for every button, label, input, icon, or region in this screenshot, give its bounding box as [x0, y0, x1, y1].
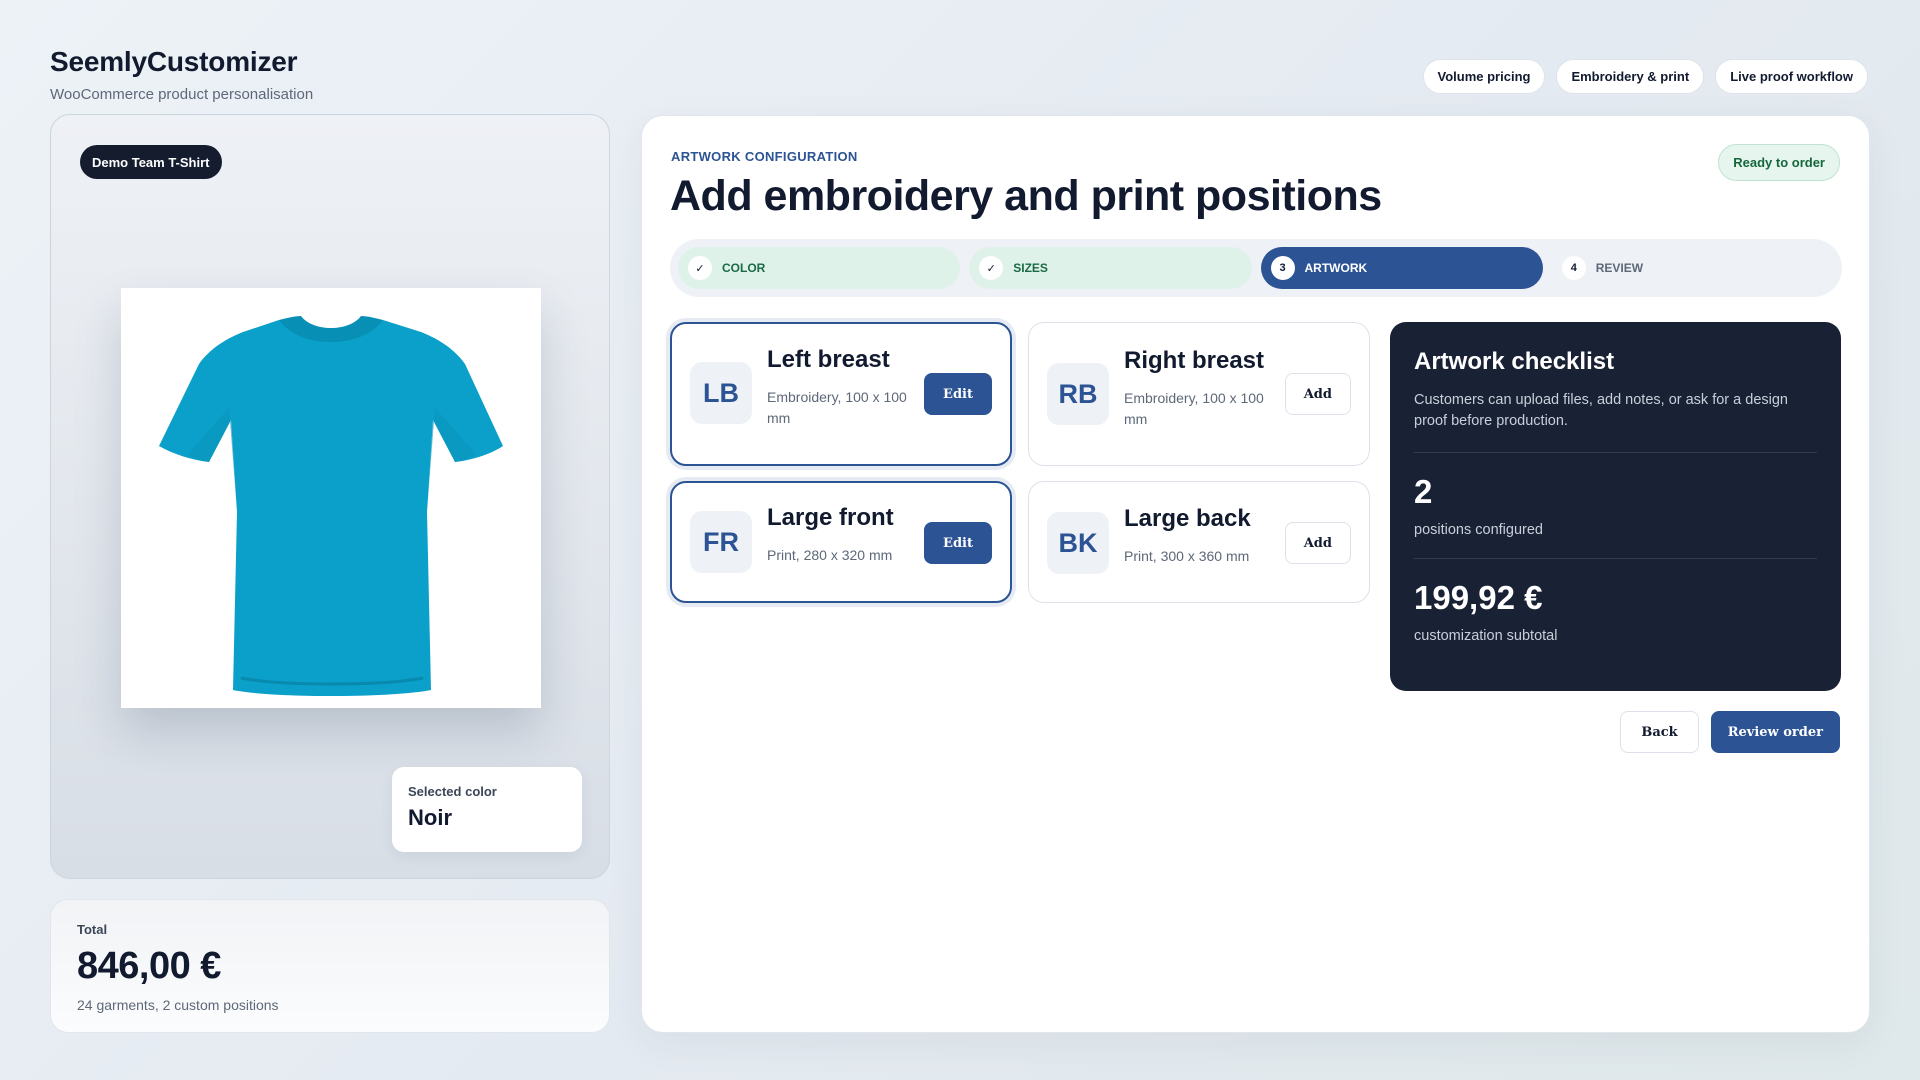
position-name: Large front [767, 504, 894, 531]
check-icon: ✓ [688, 256, 712, 280]
checklist-title: Artwork checklist [1414, 348, 1615, 375]
add-button[interactable]: Add [1284, 522, 1351, 564]
checklist-description: Customers can upload files, add notes, o… [1414, 392, 1788, 429]
total-card: Total 846,00 € 24 garments, 2 custom pos… [50, 899, 610, 1033]
position-abbr: LB [690, 362, 752, 424]
positions-count-label: positions configured [1414, 522, 1543, 538]
position-card-large-back[interactable]: BK Large back Print, 300 x 360 mm Add [1028, 481, 1370, 603]
step-label: ARTWORK [1304, 261, 1368, 275]
brand: SeemlyCustomizer WooCommerce product per… [50, 46, 313, 103]
step-number: 4 [1561, 256, 1586, 280]
position-desc: Embroidery, 100 x 100 mm [767, 389, 907, 426]
tshirt-image [159, 316, 503, 696]
product-name-badge: Demo Team T-Shirt [80, 145, 222, 179]
step-review[interactable]: 4 REVIEW [1552, 247, 1834, 289]
total-label: Total [77, 922, 108, 937]
position-desc: Embroidery, 100 x 100 mm [1124, 390, 1264, 427]
customization-subtotal: 199,92 € [1414, 579, 1543, 616]
review-order-button[interactable]: Review order [1710, 711, 1840, 753]
position-abbr: BK [1047, 512, 1109, 574]
feature-pills: Volume pricing Embroidery & print Live p… [1422, 59, 1868, 94]
position-desc: Print, 280 x 320 mm [767, 547, 893, 563]
back-button[interactable]: Back [1620, 711, 1699, 753]
divider [1414, 558, 1817, 559]
edit-button[interactable]: Edit [924, 522, 992, 564]
pill-live-proof[interactable]: Live proof workflow [1715, 59, 1868, 94]
position-name: Right breast [1124, 347, 1265, 374]
selected-color-label: Selected color [408, 784, 497, 799]
step-label: COLOR [722, 261, 766, 275]
pill-volume-pricing[interactable]: Volume pricing [1422, 59, 1546, 94]
step-label: REVIEW [1595, 261, 1644, 275]
selected-color-value: Noir [408, 805, 452, 830]
total-value: 846,00 € [77, 945, 221, 987]
step-label: SIZES [1013, 261, 1048, 275]
action-row: Back Review order [1620, 711, 1840, 753]
product-preview-panel: Demo Team T-Shirt Selected color Noir [50, 114, 610, 879]
artwork-checklist: Artwork checklist Customers can upload f… [1390, 322, 1841, 691]
customization-subtotal-label: customization subtotal [1414, 628, 1558, 644]
position-name: Large back [1124, 505, 1251, 532]
pill-embroidery-print[interactable]: Embroidery & print [1556, 59, 1705, 94]
position-abbr: FR [690, 511, 752, 573]
position-desc: Print, 300 x 360 mm [1124, 548, 1250, 564]
check-icon: ✓ [979, 256, 1004, 280]
artwork-config-panel: ARTWORK CONFIGURATION Add embroidery and… [641, 115, 1870, 1033]
position-card-large-front[interactable]: FR Large front Print, 280 x 320 mm Edit [670, 481, 1012, 603]
position-abbr: RB [1047, 363, 1109, 425]
step-number: 3 [1270, 256, 1295, 280]
brand-title: SeemlyCustomizer [50, 46, 298, 77]
page-title: Add embroidery and print positions [670, 172, 1382, 220]
position-name: Left breast [767, 346, 890, 373]
step-color[interactable]: ✓ COLOR [678, 247, 961, 289]
position-card-left-breast[interactable]: LB Left breast Embroidery, 100 x 100 mm … [670, 322, 1012, 466]
brand-subtitle: WooCommerce product personalisation [50, 86, 314, 103]
step-artwork[interactable]: 3 ARTWORK [1260, 247, 1543, 289]
product-image [121, 288, 541, 708]
status-badge: Ready to order [1718, 144, 1840, 181]
selected-color-card: Selected color Noir [392, 767, 582, 852]
total-summary: 24 garments, 2 custom positions [77, 997, 279, 1013]
step-sizes[interactable]: ✓ SIZES [969, 247, 1252, 289]
position-card-right-breast[interactable]: RB Right breast Embroidery, 100 x 100 mm… [1028, 322, 1370, 466]
divider [1414, 452, 1817, 453]
add-button[interactable]: Add [1284, 373, 1351, 415]
progress-stepper: ✓ COLOR ✓ SIZES 3 ARTWORK 4 REVIEW [670, 239, 1842, 297]
edit-button[interactable]: Edit [924, 373, 992, 415]
positions-count: 2 [1414, 473, 1433, 510]
section-eyebrow: ARTWORK CONFIGURATION [671, 149, 858, 164]
